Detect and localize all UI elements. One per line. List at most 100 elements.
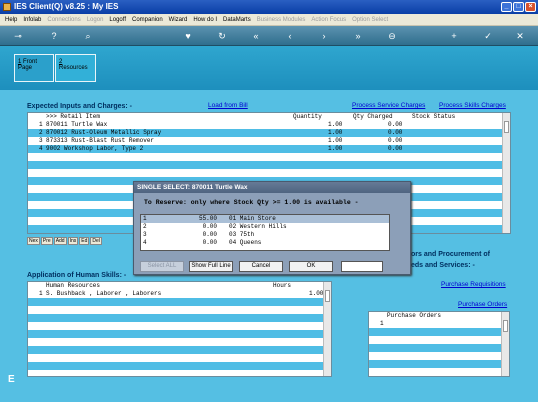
- row-number: 1: [39, 121, 43, 128]
- store-name: 02 Western Hills: [229, 223, 287, 230]
- tab-front-page[interactable]: 1 Front Page: [14, 54, 54, 82]
- po-scroll-thumb[interactable]: [503, 320, 508, 332]
- show-full-line-button[interactable]: Show Full Line: [189, 261, 233, 272]
- purchase-orders-link[interactable]: Purchase Orders: [458, 301, 507, 308]
- inputs-scroll-thumb[interactable]: [504, 121, 509, 133]
- menu-item-how-do-i[interactable]: How do I: [190, 17, 220, 23]
- col-human-resources: Human Resources: [46, 282, 101, 289]
- store-row-number: 1: [143, 215, 147, 222]
- tab-front-page-label: Front Page: [18, 59, 38, 71]
- inputs-row[interactable]: 2 870012 Rust-Oleum Metallic Spray 1.00 0.0…: [28, 129, 510, 137]
- menu-item-option-select[interactable]: Option Select: [349, 17, 391, 23]
- retail-item-cell: 870011 Turtle Wax: [46, 121, 108, 128]
- skills-row[interactable]: [28, 298, 331, 306]
- last-record-icon[interactable]: »: [352, 30, 364, 42]
- cancel-icon[interactable]: ✕: [514, 30, 526, 42]
- maximize-button[interactable]: □: [513, 2, 524, 12]
- skills-row[interactable]: [28, 354, 331, 362]
- po-row[interactable]: [369, 336, 509, 344]
- prev-record-icon[interactable]: ‹: [284, 30, 296, 42]
- next-record-icon[interactable]: ›: [318, 30, 330, 42]
- menu-item-infolab[interactable]: Infolab: [20, 17, 44, 23]
- store-row[interactable]: 3 0.00 03 75th: [141, 231, 389, 239]
- po-scrollbar[interactable]: [501, 312, 509, 376]
- delete-icon[interactable]: ⊖: [386, 30, 398, 42]
- key-icon[interactable]: ⊸: [8, 30, 28, 42]
- add-icon[interactable]: +: [448, 30, 460, 42]
- inputs-row[interactable]: [28, 169, 510, 177]
- menu-item-action-focus[interactable]: Action Focus: [308, 17, 349, 23]
- skills-row[interactable]: [28, 322, 331, 330]
- po-row[interactable]: [369, 368, 509, 376]
- store-list[interactable]: 1 55.00 01 Main Store 2 0.00 02 Western Hills…: [140, 214, 390, 251]
- skills-row[interactable]: 1 S. Bushback , Laborer , Laborers 1.00: [28, 290, 331, 298]
- po-row[interactable]: 1: [369, 320, 509, 328]
- store-row[interactable]: 2 0.00 02 Western Hills: [141, 223, 389, 231]
- skills-row[interactable]: [28, 370, 331, 376]
- inputs-row[interactable]: [28, 161, 510, 169]
- refresh-icon[interactable]: ↻: [216, 30, 228, 42]
- menu-item-datamarts[interactable]: DataMarts: [220, 17, 254, 23]
- nav-button-ed[interactable]: Ed: [79, 237, 90, 245]
- tab-band: 1 Front Page 2 Resources: [0, 46, 538, 90]
- menu-item-business-modules[interactable]: Business Modules: [254, 17, 309, 23]
- skills-row[interactable]: [28, 338, 331, 346]
- skills-scrollbar[interactable]: [323, 282, 331, 376]
- first-record-icon[interactable]: «: [250, 30, 262, 42]
- inputs-scrollbar[interactable]: [502, 113, 510, 233]
- quantity-cell: 1.00: [328, 121, 343, 128]
- store-name: 01 Main Store: [229, 215, 276, 222]
- po-row[interactable]: [369, 360, 509, 368]
- menu-item-logoff[interactable]: Logoff: [106, 17, 129, 23]
- process-skills-charges-link[interactable]: Process Skills Charges: [439, 102, 506, 109]
- check-icon[interactable]: ✓: [482, 30, 494, 42]
- po-row[interactable]: [369, 352, 509, 360]
- nav-button-ins[interactable]: Ins: [67, 237, 79, 245]
- skills-row[interactable]: [28, 306, 331, 314]
- menu-item-logon[interactable]: Logon: [84, 17, 107, 23]
- dialog-input[interactable]: [341, 261, 383, 272]
- retail-item-cell: 873313 Rust-Blast Rust Remover: [46, 137, 155, 144]
- inputs-row[interactable]: 4 9002 Workshop Labor, Type 2 1.00 0.00: [28, 145, 510, 153]
- heart-icon[interactable]: ♥: [182, 30, 194, 42]
- menu-item-wizard[interactable]: Wizard: [166, 17, 191, 23]
- menu-item-companion[interactable]: Companion: [129, 17, 166, 23]
- nav-button-pre[interactable]: Pre: [40, 237, 53, 245]
- inputs-row[interactable]: 1 870011 Turtle Wax 1.00 0.00: [28, 121, 510, 129]
- skills-scroll-thumb[interactable]: [325, 290, 330, 302]
- row-number: 1: [380, 320, 384, 327]
- nav-button-add[interactable]: Add: [53, 237, 67, 245]
- nav-button-del[interactable]: Del: [90, 237, 102, 245]
- store-row[interactable]: 4 0.00 04 Queens: [141, 239, 389, 247]
- inputs-row[interactable]: [28, 153, 510, 161]
- close-button[interactable]: ×: [525, 2, 536, 12]
- purchase-requisitions-link[interactable]: Purchase Requisitions: [441, 281, 506, 288]
- help-icon[interactable]: ?: [48, 30, 60, 42]
- qty-charged-cell: 0.00: [388, 137, 403, 144]
- search-icon[interactable]: ⌕: [82, 30, 94, 42]
- skills-row[interactable]: [28, 330, 331, 338]
- retail-item-cell: 870012 Rust-Oleum Metallic Spray: [46, 129, 162, 136]
- qty-charged-cell: 0.00: [388, 121, 403, 128]
- cancel-button[interactable]: Cancel: [239, 261, 283, 272]
- menu-item-connections[interactable]: Connections: [44, 17, 83, 23]
- row-number: 2: [39, 129, 43, 136]
- inputs-row[interactable]: 3 873313 Rust-Blast Rust Remover 1.00 0.00: [28, 137, 510, 145]
- menu-item-help[interactable]: Help: [2, 17, 20, 23]
- ok-button[interactable]: OK: [289, 261, 333, 272]
- nav-button-nex[interactable]: Nex: [27, 237, 40, 245]
- process-service-charges-link[interactable]: Process Service Charges: [352, 102, 425, 109]
- po-row[interactable]: [369, 344, 509, 352]
- po-row[interactable]: [369, 328, 509, 336]
- row-number: 1: [39, 290, 43, 297]
- select-all-button[interactable]: Select ALL: [140, 261, 184, 272]
- minimize-button[interactable]: _: [501, 2, 512, 12]
- store-row[interactable]: 1 55.00 01 Main Store: [141, 215, 389, 223]
- skills-row[interactable]: [28, 362, 331, 370]
- store-name: 03 75th: [229, 231, 255, 238]
- col-qty-charged: Qty Charged: [353, 113, 393, 120]
- skills-row[interactable]: [28, 346, 331, 354]
- tab-resources[interactable]: 2 Resources: [55, 54, 96, 82]
- load-from-bill-link[interactable]: Load from Bill: [208, 102, 248, 109]
- skills-row[interactable]: [28, 314, 331, 322]
